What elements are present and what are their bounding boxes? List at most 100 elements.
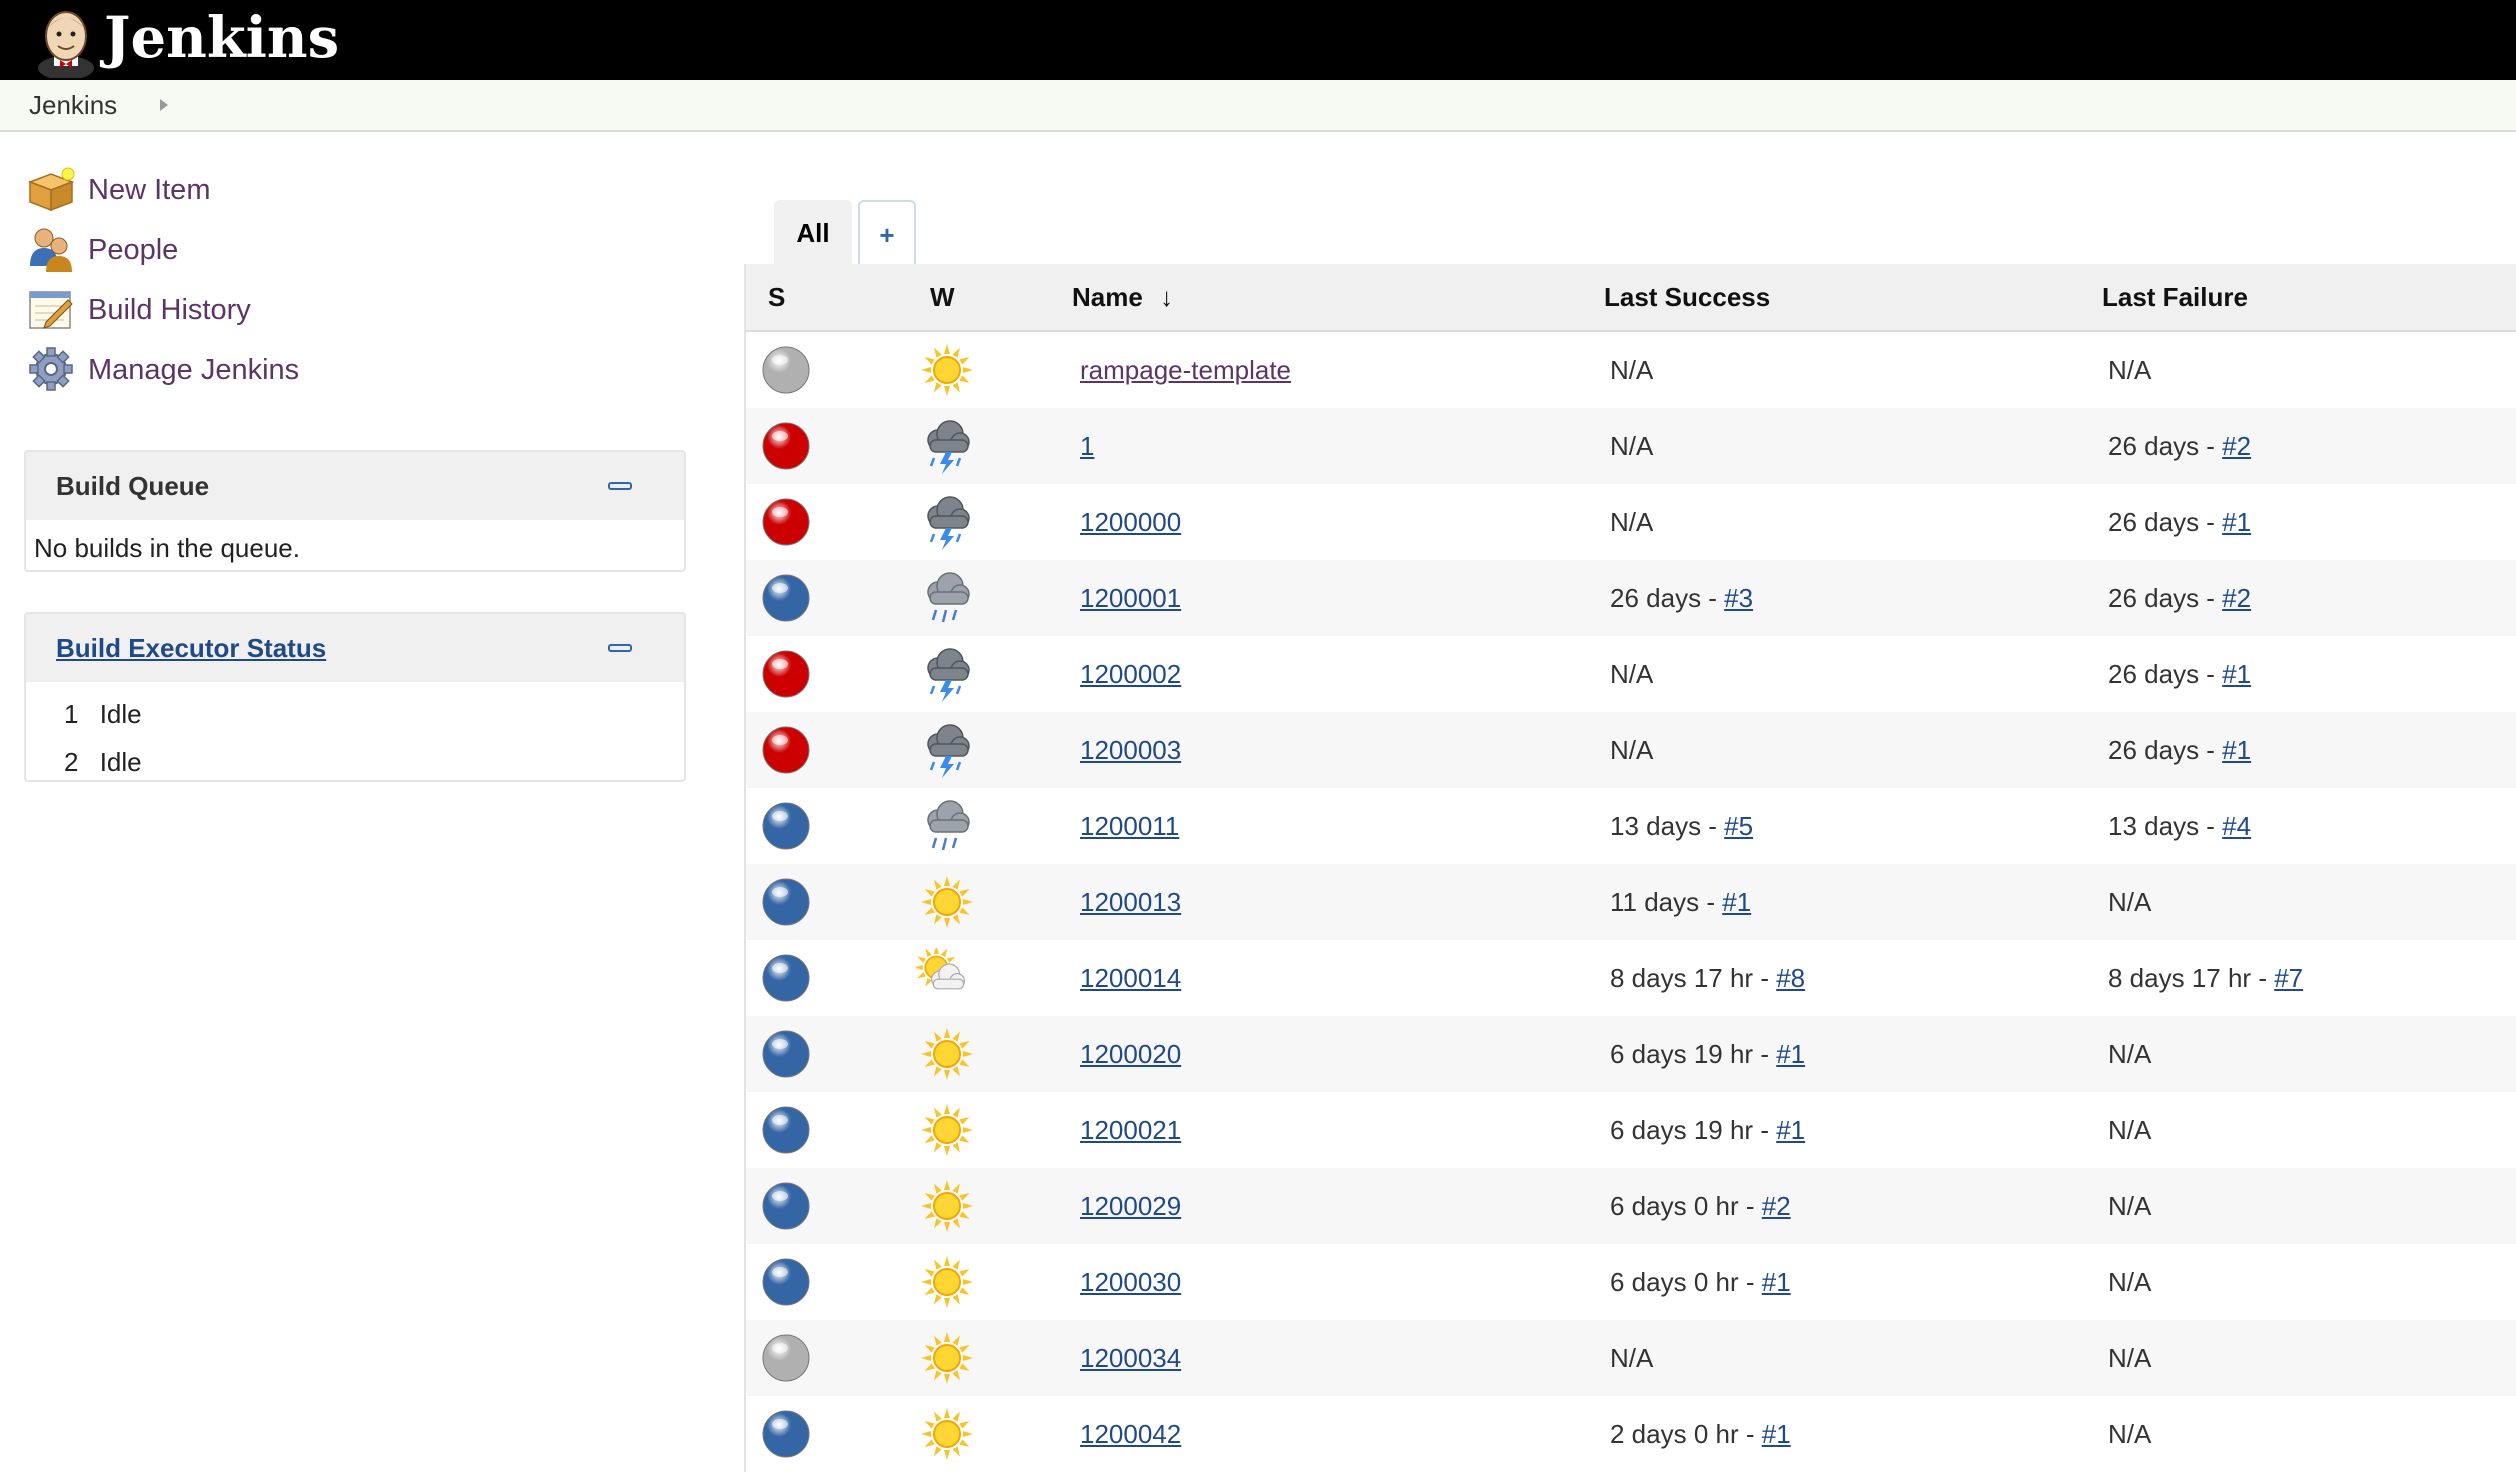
task-new-item[interactable]: New Item [26,162,426,214]
last-failure-build-link[interactable]: #2 [2222,583,2251,613]
task-manage-jenkins[interactable]: Manage Jenkins [26,342,426,394]
job-name-link[interactable]: 1200011 [1080,811,1179,841]
job-name-link[interactable]: 1200000 [1080,507,1181,537]
last-failure-build-link[interactable]: #2 [2222,431,2251,461]
last-success-build-link[interactable]: #1 [1762,1267,1791,1297]
job-name-cell: 1200020 [1080,1016,1181,1092]
last-failure-cell: N/A [2108,1168,2151,1244]
last-success-build-link[interactable]: #1 [1776,1039,1805,1069]
job-name-link[interactable]: 1200013 [1080,887,1181,917]
last-failure-cell: N/A [2108,1092,2151,1168]
last-success-cell: 26 days - #3 [1610,560,1753,636]
last-failure-build-link[interactable]: #1 [2222,659,2251,689]
status-ball-failed-icon[interactable] [760,648,812,700]
last-failure-cell: N/A [2108,1320,2151,1396]
executor-status-link[interactable]: Build Executor Status [56,614,326,682]
job-name-link[interactable]: 1200014 [1080,963,1181,993]
column-header-weather[interactable]: W [930,264,955,330]
weather-sunny-icon [921,1332,973,1384]
last-success-text: 8 days 17 hr - [1610,963,1777,993]
add-view-tab[interactable]: + [858,200,916,266]
last-success-build-link[interactable]: #1 [1762,1419,1791,1449]
status-ball-success-icon[interactable] [760,1256,812,1308]
task-build-history[interactable]: Build History [26,282,426,334]
job-name-link[interactable]: rampage-template [1080,355,1291,385]
status-ball-success-icon[interactable] [760,1180,812,1232]
last-success-cell: N/A [1610,712,1653,788]
job-name-cell: 1200013 [1080,864,1181,940]
status-ball-success-icon[interactable] [760,572,812,624]
table-row: rampage-template N/A N/A [746,332,2516,408]
status-ball-success-icon[interactable] [760,800,812,852]
weather-rain-icon [927,572,970,623]
last-success-text: 6 days 19 hr - [1610,1039,1777,1069]
status-ball-failed-icon[interactable] [760,420,812,472]
status-ball-success-icon[interactable] [760,876,812,928]
last-success-cell: 11 days - #1 [1610,864,1751,940]
last-success-build-link[interactable]: #8 [1776,963,1805,993]
column-header-name-label: Name [1072,282,1143,312]
page-header: Jenkins [0,0,2516,80]
last-success-build-link[interactable]: #2 [1762,1191,1791,1221]
status-ball-success-icon[interactable] [760,1408,812,1460]
last-success-text: 6 days 0 hr - [1610,1191,1762,1221]
status-ball-disabled-icon[interactable] [760,344,812,396]
job-name-link[interactable]: 1200020 [1080,1039,1181,1069]
job-name-link[interactable]: 1 [1080,431,1094,461]
job-name-link[interactable]: 1200002 [1080,659,1181,689]
task-label: People [88,234,179,266]
last-success-build-link[interactable]: #1 [1722,887,1751,917]
job-name-link[interactable]: 1200030 [1080,1267,1181,1297]
brand-title[interactable]: Jenkins [104,2,339,74]
collapse-icon[interactable] [608,644,632,652]
tab-all[interactable]: All [774,200,852,266]
job-name-link[interactable]: 1200001 [1080,583,1181,613]
task-people[interactable]: People [26,222,426,274]
last-success-text: N/A [1610,355,1654,385]
last-failure-text: N/A [2108,1039,2152,1069]
breadcrumb-item-jenkins[interactable]: Jenkins [29,80,117,130]
last-success-text: 2 days 0 hr - [1610,1419,1762,1449]
last-success-build-link[interactable]: #5 [1724,811,1753,841]
last-failure-text: N/A [2108,1343,2152,1373]
job-name-cell: 1200042 [1080,1396,1181,1472]
build-queue-header: Build Queue [26,452,684,520]
status-ball-disabled-icon[interactable] [760,1332,812,1384]
last-success-text: N/A [1610,735,1654,765]
last-success-build-link[interactable]: #3 [1724,583,1753,613]
column-header-name[interactable]: Name ↓ [1072,264,1173,330]
table-row: 1200003 N/A 26 days - #1 [746,712,2516,788]
last-failure-build-link[interactable]: #1 [2222,735,2251,765]
last-success-cell: 2 days 0 hr - #1 [1610,1396,1791,1472]
status-ball-failed-icon[interactable] [760,496,812,548]
status-ball-success-icon[interactable] [760,952,812,1004]
job-name-link[interactable]: 1200029 [1080,1191,1181,1221]
table-row: 1200042 2 days 0 hr - #1 N/A [746,1396,2516,1472]
executor-status-pane: Build Executor Status 1 Idle 2 Idle [24,612,686,782]
chevron-right-icon[interactable] [158,98,170,112]
column-header-status[interactable]: S [768,264,785,330]
last-success-text: 6 days 0 hr - [1610,1267,1762,1297]
status-ball-success-icon[interactable] [760,1104,812,1156]
last-failure-text: 26 days - [2108,735,2223,765]
last-success-build-link[interactable]: #1 [1776,1115,1805,1145]
jenkins-butler-logo-icon[interactable] [26,6,106,78]
last-success-cell: N/A [1610,484,1653,560]
breadcrumb: Jenkins [0,80,2516,132]
last-failure-text: 26 days - [2108,659,2223,689]
job-name-link[interactable]: 1200021 [1080,1115,1181,1145]
last-failure-build-link[interactable]: #7 [2274,963,2303,993]
column-header-last-failure[interactable]: Last Failure [2102,264,2248,330]
collapse-icon[interactable] [608,482,632,490]
last-failure-build-link[interactable]: #1 [2222,507,2251,537]
last-failure-text: 26 days - [2108,583,2223,613]
job-name-cell: 1200030 [1080,1244,1181,1320]
last-failure-build-link[interactable]: #4 [2222,811,2251,841]
job-name-link[interactable]: 1200034 [1080,1343,1181,1373]
status-ball-failed-icon[interactable] [760,724,812,776]
table-row: 1200001 26 days - #3 26 days - #2 [746,560,2516,636]
status-ball-success-icon[interactable] [760,1028,812,1080]
job-name-link[interactable]: 1200042 [1080,1419,1181,1449]
job-name-link[interactable]: 1200003 [1080,735,1181,765]
column-header-last-success[interactable]: Last Success [1604,264,1770,330]
